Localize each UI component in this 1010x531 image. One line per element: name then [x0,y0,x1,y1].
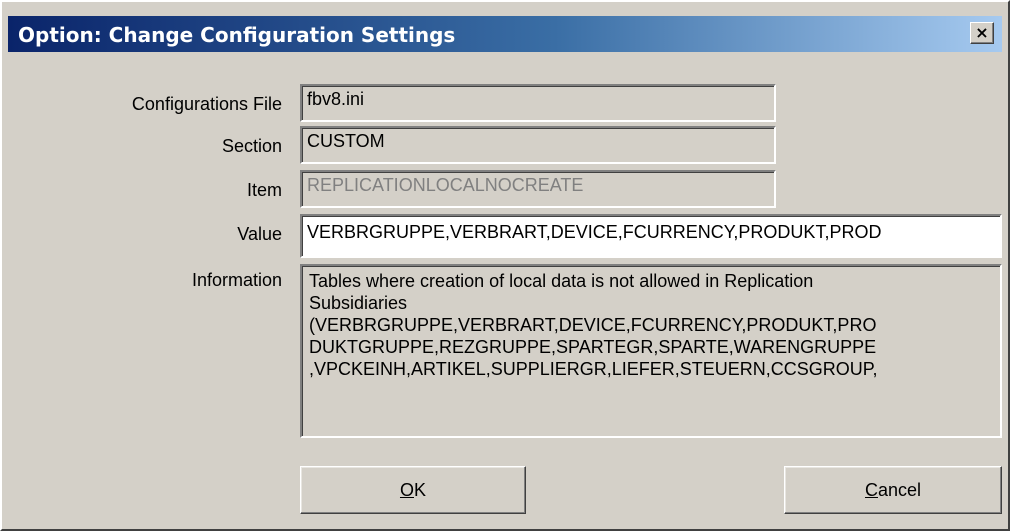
item-field: REPLICATIONLOCALNOCREATE [300,170,776,208]
info-line-3: (VERBRGRUPPE,VERBRART,DEVICE,FCURRENCY,P… [309,315,877,335]
section-field: CUSTOM [300,126,776,164]
title-bar[interactable]: Option: Change Configuration Settings × [8,16,1002,52]
information-label: Information [191,270,282,290]
config-dialog: Option: Change Configuration Settings × … [0,0,1010,531]
information-box: Tables where creation of local data is n… [300,264,1002,438]
config-file-field: fbv8.ini [300,84,776,122]
value-input[interactable]: VERBRGRUPPE,VERBRART,DEVICE,FCURRENCY,PR… [300,214,1002,258]
info-line-1: Tables where creation of local data is n… [309,271,814,291]
ok-label-rest: K [414,479,427,500]
cancel-button[interactable]: Cancel [784,466,1002,514]
close-icon: × [975,23,989,42]
window-title: Option: Change Configuration Settings [18,23,456,47]
item-label: Item [246,180,282,200]
info-line-2: Subsidiaries [309,293,408,313]
ok-button[interactable]: OK [300,466,526,514]
cancel-accelerator: C [864,479,878,500]
cancel-label-rest: ancel [877,479,922,500]
close-button[interactable]: × [970,22,994,44]
config-file-label: Configurations File [131,94,282,114]
ok-accelerator: O [399,479,414,500]
info-line-4: DUKTGRUPPE,REZGRUPPE,SPARTEGR,SPARTE,WAR… [309,337,877,357]
section-label: Section [221,136,282,156]
info-line-5: ,VPCKEINH,ARTIKEL,SUPPLIERGR,LIEFER,STEU… [309,359,878,379]
value-label: Value [237,224,282,244]
